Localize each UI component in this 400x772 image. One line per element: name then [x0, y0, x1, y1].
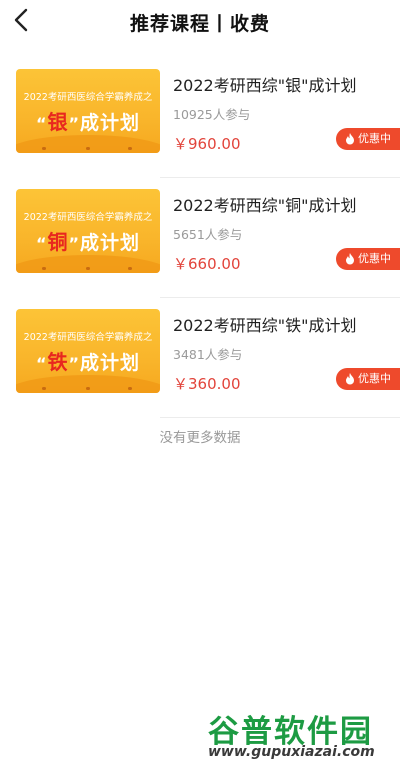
thumbnail-highlight: 银: [47, 110, 69, 134]
row-divider: [160, 417, 400, 418]
page-title: 推荐课程丨收费: [129, 13, 270, 35]
participant-count: 3481人参与: [173, 347, 243, 362]
course-thumbnail: 2022考研西医综合学霸养成之 “铜”成计划: [16, 189, 160, 273]
watermark-logo: 谷普软件园 www.gupuxiazai.com: [208, 706, 394, 768]
course-title: 2022考研西综"铁"成计划: [173, 316, 357, 335]
discount-badge: 优惠中: [336, 368, 400, 390]
badge-label: 优惠中: [358, 132, 391, 145]
course-title: 2022考研西综"银"成计划: [173, 76, 357, 95]
badge-label: 优惠中: [358, 252, 391, 265]
thumbnail-heading: “铁”成计划: [35, 350, 141, 374]
course-item[interactable]: 2022考研西医综合学霸养成之 “铁”成计划 2022考研西综"铁"成计划 34…: [0, 298, 400, 418]
thumbnail-highlight: 铁: [47, 350, 69, 374]
thumbnail-dots: [16, 386, 160, 390]
badge-label: 优惠中: [358, 372, 391, 385]
participant-count: 5651人参与: [173, 227, 243, 242]
thumbnail-wave: [16, 255, 160, 273]
fire-icon: [346, 373, 354, 385]
fire-icon: [346, 253, 354, 265]
discount-badge: 优惠中: [336, 248, 400, 270]
fire-icon: [346, 133, 354, 145]
thumbnail-subtitle: 2022考研西医综合学霸养成之: [23, 212, 153, 223]
course-title: 2022考研西综"铜"成计划: [173, 196, 357, 215]
thumbnail-dots: [16, 146, 160, 150]
no-more-data-label: 没有更多数据: [159, 430, 241, 446]
thumbnail-subtitle: 2022考研西医综合学霸养成之: [23, 92, 153, 103]
discount-badge: 优惠中: [336, 128, 400, 150]
header-bar: 推荐课程丨收费: [0, 0, 400, 44]
watermark-brand: 谷普软件园: [208, 714, 373, 750]
thumbnail-highlight: 铜: [47, 230, 69, 254]
course-item[interactable]: 2022考研西医综合学霸养成之 “铜”成计划 2022考研西综"铜"成计划 56…: [0, 178, 400, 298]
course-thumbnail: 2022考研西医综合学霸养成之 “银”成计划: [16, 69, 160, 153]
participant-count: 10925人参与: [173, 107, 251, 122]
course-list: 2022考研西医综合学霸养成之 “银”成计划 2022考研西综"银"成计划 10…: [0, 58, 400, 418]
thumbnail-heading: “银”成计划: [35, 110, 141, 134]
thumbnail-subtitle: 2022考研西医综合学霸养成之: [23, 332, 153, 343]
course-item[interactable]: 2022考研西医综合学霸养成之 “银”成计划 2022考研西综"银"成计划 10…: [0, 58, 400, 178]
thumbnail-heading: “铜”成计划: [35, 230, 141, 254]
thumbnail-wave: [16, 135, 160, 153]
course-thumbnail: 2022考研西医综合学霸养成之 “铁”成计划: [16, 309, 160, 393]
thumbnail-dots: [16, 266, 160, 270]
watermark-url: www.gupuxiazai.com: [208, 744, 375, 760]
thumbnail-wave: [16, 375, 160, 393]
